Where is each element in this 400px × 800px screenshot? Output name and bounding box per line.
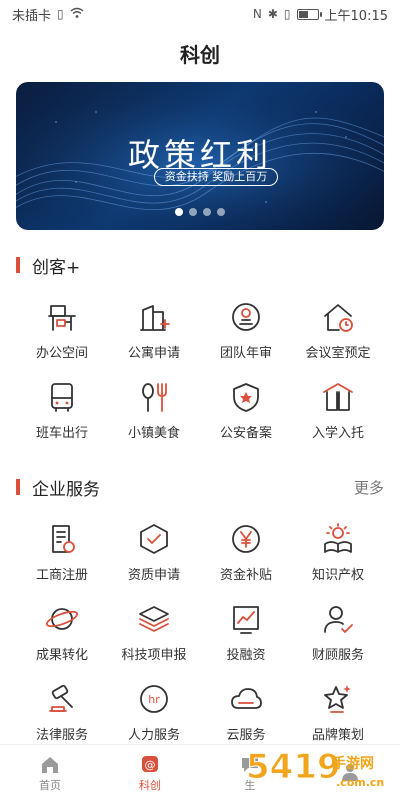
promo-banner[interactable]: 政策红利 资金扶持 奖励上百万 [16,82,384,230]
bulb-book-icon [324,523,352,553]
banner-subtitle: 资金扶持 奖励上百万 [154,168,278,186]
service-item-label: 公寓申请 [127,346,180,361]
carousel-dot[interactable] [203,208,211,216]
tab-label: 科创 [139,778,161,792]
service-item-label: 法律服务 [35,728,88,743]
page-header: 科创 [0,28,400,78]
svg-text:5419: 5419 [246,747,341,787]
service-item[interactable]: 资金补贴 [200,514,292,594]
svg-text:hr: hr [148,693,160,706]
section-title: 创客+ [32,257,81,278]
section-header-enterprise: 企业服务 [16,475,100,500]
service-item[interactable]: 办公空间 [16,292,108,372]
section-title: 企业服务 [32,479,100,500]
status-bar: 未插卡 ▯ N ✱ ▯ 上午10:15 [0,0,400,28]
service-item-label: 班车出行 [35,426,88,441]
desk-chair-icon [48,305,76,331]
carousel-dots[interactable] [16,208,384,216]
hr-circle-icon: hr [140,685,168,713]
clock-text: 上午10:15 [324,8,388,24]
bluetooth-icon: ✱ [267,7,278,21]
service-item-label: 办公空间 [35,346,88,361]
chuangke-grid: 办公空间 公寓申请 团队年审 会议室预定班车出行 小镇美食 公安备案 入学入托 [16,292,384,452]
book-house-icon [323,383,353,411]
service-item[interactable]: 团队年审 [200,292,292,372]
person-check-icon [324,606,353,633]
nfc-icon: N [252,7,262,21]
service-item[interactable]: 投融资 [200,594,292,674]
tab-item[interactable]: 首页 [0,745,100,800]
service-item-label: 小镇美食 [127,426,180,441]
service-item-label: 会议室预定 [305,346,371,361]
section-header-chuangke: 创客+ [16,253,81,278]
hexagon-check-icon [140,524,168,554]
site-watermark-logo: 5419 手游网 .com.cn [246,747,385,790]
carousel-dot[interactable] [175,208,183,216]
service-item[interactable]: 财顾服务 [292,594,384,674]
service-item-label: 财顾服务 [311,648,364,663]
wifi-icon [70,7,84,22]
service-item[interactable]: 法律服务 [16,674,108,754]
enterprise-grid: 工商注册 资质申请 资金补贴 知识产权成果转化 科技项申报 投融资 财顾服务法律服务 hr 人力… [16,514,384,754]
yen-circle-icon [232,525,260,553]
house-clock-icon [324,304,353,332]
carousel-dot[interactable] [217,208,225,216]
gavel-icon [49,684,73,712]
page-title: 科创 [180,42,220,67]
svg-text:@: @ [145,758,156,771]
service-item[interactable]: 公安备案 [200,372,292,452]
more-link[interactable]: 更多 [354,477,384,498]
section-accent-bar [16,479,20,495]
service-item[interactable]: 会议室预定 [292,292,384,372]
stamp-icon [232,303,260,331]
battery-icon [296,8,322,20]
service-item-label: 公安备案 [219,426,272,441]
layers-icon [139,606,169,632]
tab-label: 首页 [39,778,61,792]
service-item-label: 投融资 [226,648,266,663]
service-item-label: 工商注册 [35,568,88,583]
cloud-icon [231,688,262,709]
service-item-label: 人力服务 [127,728,180,743]
shield-star-icon [233,383,259,412]
svg-text:手游网: 手游网 [332,755,374,772]
star-sparkle-icon [324,685,351,713]
service-item[interactable]: 知识产权 [292,514,384,594]
document-seal-icon [52,525,75,553]
chart-frame-icon [233,606,259,634]
vibrate-icon: ▯ [283,7,291,21]
svg-text:.com.cn: .com.cn [336,776,384,789]
service-item-label: 成果转化 [35,648,88,663]
at-icon: @ [142,755,158,772]
service-item[interactable]: 公寓申请 [108,292,200,372]
carrier-text: 未插卡 [12,8,52,24]
service-item[interactable]: 班车出行 [16,372,108,452]
service-item[interactable]: 资质申请 [108,514,200,594]
service-item-label: 团队年审 [219,346,272,361]
home-icon [42,756,58,773]
bus-icon [51,383,73,412]
carousel-dot[interactable] [189,208,197,216]
service-item[interactable]: 科技项申报 [108,594,200,674]
tab-item[interactable]: @ 科创 [100,745,200,800]
service-item[interactable]: 入学入托 [292,372,384,452]
service-item-label: 知识产权 [311,568,364,583]
service-item-label: 入学入托 [311,426,364,441]
fork-spoon-icon [142,383,167,412]
section-accent-bar [16,257,20,273]
service-item-label: 资金补贴 [219,568,272,583]
service-item[interactable]: 小镇美食 [108,372,200,452]
service-item[interactable]: hr 人力服务 [108,674,200,754]
service-item-label: 资质申请 [127,568,180,583]
planet-icon [45,608,79,630]
sim-icon: ▯ [57,7,64,21]
service-item[interactable]: 成果转化 [16,594,108,674]
service-item-label: 科技项申报 [121,648,187,663]
service-item[interactable]: 工商注册 [16,514,108,594]
building-plus-icon [140,305,170,331]
